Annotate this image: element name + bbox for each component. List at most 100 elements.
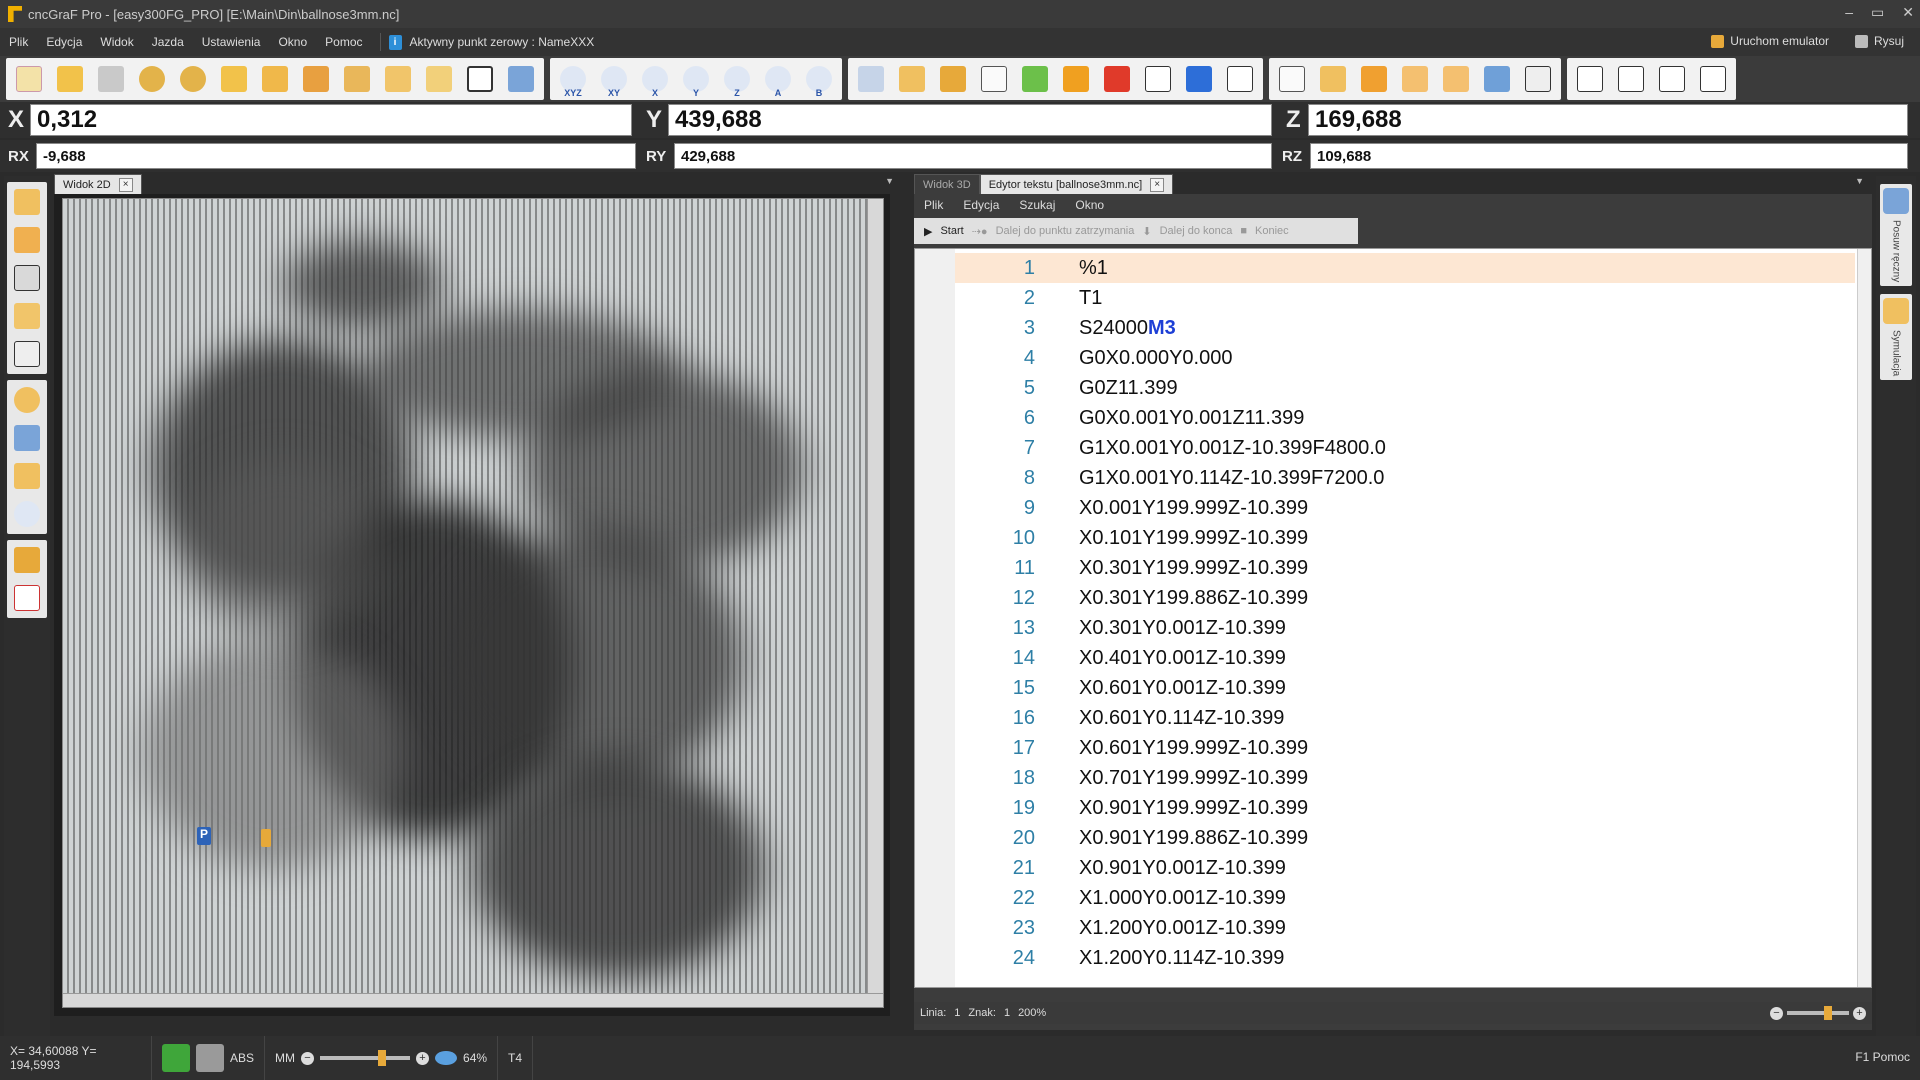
unit-mode[interactable]: MM: [275, 1051, 295, 1065]
close-icon[interactable]: ×: [1150, 177, 1165, 192]
edit-5-button[interactable]: [1437, 61, 1475, 97]
view2d-vertical-scrollbar[interactable]: [867, 199, 883, 1007]
code-line[interactable]: 18 X0.701Y199.999Z-10.399: [955, 763, 1855, 793]
code-line[interactable]: 7 G1X0.001Y0.001Z-10.399F4800.0: [955, 433, 1855, 463]
close-button[interactable]: ✕: [1902, 4, 1914, 21]
redo-button[interactable]: [174, 61, 212, 97]
code-line[interactable]: 22 X1.000Y0.001Z-10.399: [955, 883, 1855, 913]
menu-view[interactable]: Widok: [91, 35, 142, 49]
zoom-out-button[interactable]: [11, 498, 43, 530]
home-a-button[interactable]: A: [759, 61, 797, 98]
code-line[interactable]: 21 X0.901Y0.001Z-10.399: [955, 853, 1855, 883]
home-xyz-button[interactable]: XYZ: [554, 61, 592, 98]
code-line[interactable]: 14 X0.401Y0.001Z-10.399: [955, 643, 1855, 673]
page-1-button[interactable]: [1571, 61, 1609, 97]
edit-7-button[interactable]: [1519, 61, 1557, 97]
editor-menu-window[interactable]: Okno: [1065, 198, 1114, 212]
menu-help[interactable]: Pomoc: [316, 35, 371, 49]
page-4-button[interactable]: [1694, 61, 1732, 97]
spindle-button[interactable]: [1221, 61, 1259, 97]
editor-start-button[interactable]: Start: [940, 225, 963, 237]
speed-minus-icon[interactable]: −: [301, 1051, 315, 1065]
edit-6-button[interactable]: [1478, 61, 1516, 97]
help-label[interactable]: F1 Pomoc: [1855, 1050, 1910, 1064]
page-3-button[interactable]: [1653, 61, 1691, 97]
open-file-button[interactable]: [51, 61, 89, 97]
tool-length-button[interactable]: [893, 61, 931, 97]
minimize-button[interactable]: –: [1845, 4, 1853, 21]
code-line[interactable]: 19 X0.901Y199.999Z-10.399: [955, 793, 1855, 823]
workpiece-button[interactable]: [379, 61, 417, 97]
speed-plus-icon[interactable]: +: [416, 1051, 430, 1065]
material-button[interactable]: [420, 61, 458, 97]
editor-menu-file[interactable]: Plik: [914, 198, 953, 212]
editor-next-breakpoint-button[interactable]: Dalej do punktu zatrzymania: [996, 225, 1135, 237]
speed-thumb[interactable]: [378, 1050, 387, 1066]
edit-3-button[interactable]: [1355, 61, 1393, 97]
fast-move-button[interactable]: [502, 61, 540, 97]
code-line[interactable]: 9 X0.001Y199.999Z-10.399: [955, 493, 1855, 523]
editor-menu-edit[interactable]: Edycja: [953, 198, 1009, 212]
close-icon[interactable]: ×: [118, 177, 133, 192]
menu-jog[interactable]: Jazda: [143, 35, 193, 49]
maximize-button[interactable]: ▭: [1871, 4, 1884, 21]
menu-file[interactable]: Plik: [0, 35, 37, 49]
edit-2-button[interactable]: [1314, 61, 1352, 97]
zoom-plus-icon[interactable]: +: [1853, 1006, 1866, 1020]
zoom-track[interactable]: [1787, 1006, 1849, 1020]
code-line[interactable]: 23 X1.200Y0.001Z-10.399: [955, 913, 1855, 943]
toolpath-canvas[interactable]: P: [62, 198, 884, 1008]
manual-jog-panel-button[interactable]: Posuw ręczny: [1880, 184, 1912, 287]
code-line[interactable]: 11 X0.301Y199.999Z-10.399: [955, 553, 1855, 583]
code-line[interactable]: 1 %1: [955, 253, 1855, 283]
breakpoint-gutter[interactable]: [915, 249, 955, 987]
menu-window[interactable]: Okno: [269, 35, 316, 49]
info-button[interactable]: [1180, 61, 1218, 97]
text-tool-button[interactable]: [11, 300, 43, 332]
undo-button[interactable]: [133, 61, 171, 97]
home-x-button[interactable]: X: [636, 61, 674, 98]
run-emulator-button[interactable]: Uruchom emulator: [1705, 32, 1835, 50]
edit-4-button[interactable]: [1396, 61, 1434, 97]
zoom-fit-button[interactable]: [11, 422, 43, 454]
zoom-window-button[interactable]: [11, 460, 43, 492]
code-line[interactable]: 12 X0.301Y199.886Z-10.399: [955, 583, 1855, 613]
code-line[interactable]: 8 G1X0.001Y0.114Z-10.399F7200.0: [955, 463, 1855, 493]
editor-menu-search[interactable]: Szukaj: [1009, 198, 1065, 212]
code-line[interactable]: 5 G0Z11.399: [955, 373, 1855, 403]
home-y-button[interactable]: Y: [677, 61, 715, 98]
new-file-button[interactable]: [10, 61, 48, 97]
3d-view-button[interactable]: [975, 61, 1013, 97]
reference-button[interactable]: [1139, 61, 1177, 97]
zoom-in-button[interactable]: [11, 384, 43, 416]
code-line[interactable]: 13 X0.301Y0.001Z-10.399: [955, 613, 1855, 643]
polyline-tool-button[interactable]: [11, 262, 43, 294]
parking-button[interactable]: [461, 61, 499, 97]
tool-button[interactable]: [297, 61, 335, 97]
save-file-button[interactable]: [92, 61, 130, 97]
code-line[interactable]: 10 X0.101Y199.999Z-10.399: [955, 523, 1855, 553]
pause-button[interactable]: [1057, 61, 1095, 97]
code-line[interactable]: 15 X0.601Y0.001Z-10.399: [955, 673, 1855, 703]
arc-tool-button[interactable]: [11, 224, 43, 256]
tab-dropdown-icon[interactable]: ▼: [1855, 176, 1864, 186]
zoom-minus-icon[interactable]: −: [1770, 1006, 1783, 1020]
code-line[interactable]: 4 G0X0.000Y0.000: [955, 343, 1855, 373]
editor-end-button[interactable]: Koniec: [1255, 225, 1289, 237]
speed-slider[interactable]: [320, 1050, 411, 1066]
start-button[interactable]: [1016, 61, 1054, 97]
tab-editor[interactable]: Edytor tekstu [ballnose3mm.nc] ×: [979, 174, 1174, 194]
stop-button[interactable]: [1098, 61, 1136, 97]
code-line[interactable]: 17 X0.601Y199.999Z-10.399: [955, 733, 1855, 763]
home-xy-button[interactable]: XY: [595, 61, 633, 98]
properties-button[interactable]: [11, 582, 43, 614]
measure-button[interactable]: [338, 61, 376, 97]
code-line[interactable]: 3 S24000M3: [955, 313, 1855, 343]
editor-to-end-button[interactable]: Dalej do konca: [1160, 225, 1233, 237]
tool-change-button[interactable]: [934, 61, 972, 97]
connection-icon[interactable]: [162, 1044, 190, 1072]
zoom-thumb[interactable]: [1824, 1006, 1833, 1020]
editor-zoom-slider[interactable]: − +: [1770, 1006, 1866, 1020]
code-line[interactable]: 2 T1: [955, 283, 1855, 313]
select-button[interactable]: [215, 61, 253, 97]
